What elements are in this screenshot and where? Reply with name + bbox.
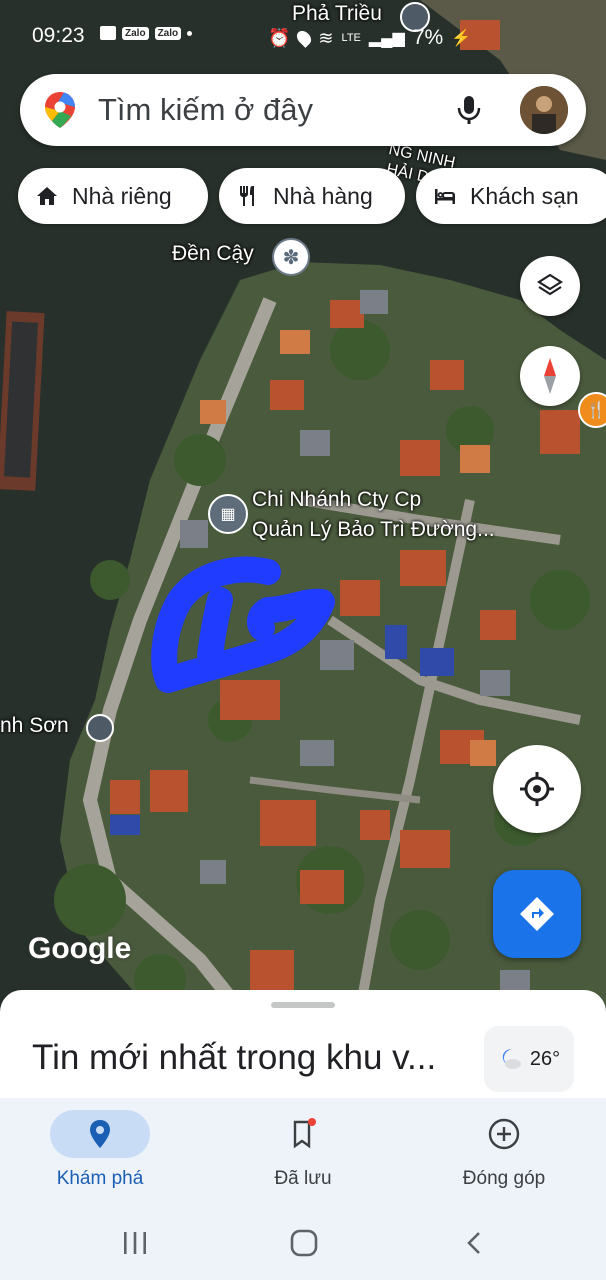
zalo-icon-2: Zalo <box>154 26 182 40</box>
gallery-icon <box>100 26 116 40</box>
back-icon[interactable] <box>462 1230 488 1256</box>
hotel-icon <box>435 189 455 204</box>
chip-restaurants-label: Nhà hàng <box>273 182 373 209</box>
chip-hotels[interactable]: Khách sạn <box>416 168 606 224</box>
place-label-chi-nhanh-2[interactable]: Quản Lý Bảo Trì Đường... <box>252 518 495 542</box>
alarm-icon: ⏰ <box>268 27 291 48</box>
explore-pin-icon <box>90 1120 110 1148</box>
tab-saved[interactable]: Đã lưu <box>223 1098 383 1204</box>
weather-chip[interactable]: 26° <box>484 1026 574 1092</box>
add-circle-icon <box>488 1118 520 1150</box>
recent-apps-icon[interactable] <box>120 1230 150 1256</box>
restaurant-marker-icon[interactable]: 🍴 <box>578 392 606 428</box>
tab-explore-label: Khám phá <box>56 1168 144 1189</box>
charging-icon: ⚡ <box>451 30 472 47</box>
tab-saved-pill <box>253 1110 353 1158</box>
directions-icon <box>520 897 554 931</box>
tab-contribute-pill <box>454 1110 554 1158</box>
temperature: 26° <box>529 1047 561 1070</box>
dot-icon <box>187 30 193 36</box>
sheet-drag-handle[interactable] <box>271 1002 335 1008</box>
layers-icon <box>536 273 564 296</box>
home-icon <box>37 187 57 205</box>
system-icons: ⏰ ≋ LTE ▂▄▆ 7% ⚡ <box>268 26 471 50</box>
google-attribution: Google <box>28 932 132 965</box>
wifi-icon: ≋ <box>318 27 334 48</box>
search-placeholder[interactable]: Tìm kiếm ở đây <box>98 92 313 128</box>
chip-restaurants[interactable]: Nhà hàng <box>219 168 405 224</box>
location-icon <box>294 28 315 48</box>
moon-cloud-icon <box>502 1049 521 1069</box>
google-maps-logo-icon <box>45 92 75 128</box>
home-button-icon[interactable] <box>289 1228 319 1258</box>
layers-button[interactable] <box>520 256 580 316</box>
directions-button[interactable] <box>493 870 581 958</box>
my-location-button[interactable] <box>493 745 581 833</box>
status-bar: 09:23 Zalo Zalo ⏰ ≋ LTE ▂▄▆ 7% ⚡ <box>0 0 606 70</box>
restaurant-icon <box>240 186 254 206</box>
chip-home[interactable]: Nhà riêng <box>18 168 208 224</box>
tab-saved-label: Đã lưu <box>274 1168 332 1189</box>
sheet-title[interactable]: Tin mới nhất trong khu v... <box>32 1038 436 1078</box>
tab-contribute[interactable]: Đóng góp <box>424 1098 584 1204</box>
zalo-icon: Zalo <box>122 26 149 40</box>
system-navigation-bar <box>0 1204 606 1280</box>
signal-icon: ▂▄▆ <box>368 30 405 47</box>
temple-icon[interactable]: ✽ <box>272 238 310 276</box>
bookmark-icon <box>293 1118 316 1149</box>
tab-explore-pill <box>50 1110 150 1158</box>
place-label-anh-son[interactable]: nh Sơn <box>0 714 69 738</box>
compass-icon <box>544 358 556 394</box>
chip-hotels-label: Khách sạn <box>470 182 579 209</box>
search-bar[interactable]: Tìm kiếm ở đây <box>20 74 586 146</box>
tab-explore[interactable]: Khám phá <box>20 1098 180 1204</box>
place-label-den-cay[interactable]: Đền Cậy <box>172 242 254 266</box>
notification-icons: Zalo Zalo <box>100 26 193 40</box>
bottom-navigation: Khám phá Đã lưu Đóng góp <box>0 1098 606 1204</box>
compass-button[interactable] <box>520 346 580 406</box>
my-location-icon <box>520 772 554 806</box>
place-label-chi-nhanh[interactable]: Chi Nhánh Cty Cp <box>252 488 421 512</box>
tab-contribute-label: Đóng góp <box>462 1168 546 1189</box>
chip-home-label: Nhà riêng <box>72 182 172 209</box>
mic-icon[interactable] <box>454 94 484 126</box>
network-type: LTE <box>341 32 361 44</box>
office-building-icon[interactable]: ▦ <box>208 494 248 534</box>
train-station-icon-2[interactable] <box>86 714 114 742</box>
avatar[interactable] <box>520 86 568 134</box>
map-view[interactable]: Phả Triều NG NINH HẢI D Đền Cậy ✽ ▦ Chi … <box>0 0 606 1010</box>
battery-level: 7% <box>412 26 444 49</box>
clock: 09:23 <box>32 24 85 47</box>
explore-sheet[interactable]: Tin mới nhất trong khu v... 26° <box>0 990 606 1100</box>
